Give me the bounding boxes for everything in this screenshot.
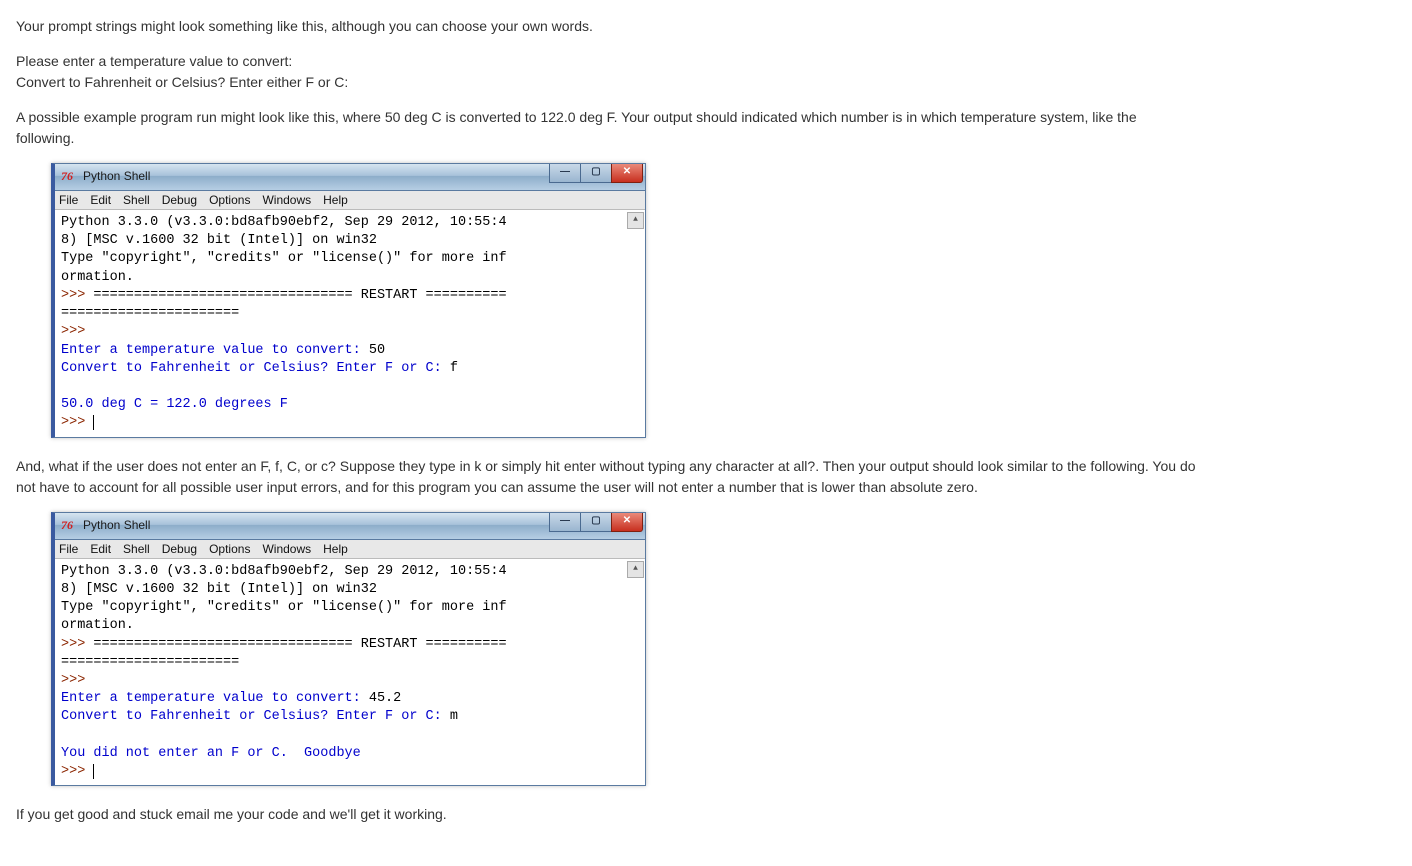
python-logo-icon: 76 <box>61 518 73 533</box>
window-titlebar: 76 Python Shell — ▢ ✕ <box>55 513 645 540</box>
shell-line: Type "copyright", "credits" or "license(… <box>61 600 507 615</box>
python-shell-window-1: 76 Python Shell — ▢ ✕ File Edit Shell Debug… <box>51 163 646 438</box>
intro-text: Your prompt strings might look something… <box>16 16 1196 37</box>
shell-line: Enter a temperature value to convert: <box>61 343 369 358</box>
shell-input: m <box>450 709 458 724</box>
python-shell-window-2: 76 Python Shell — ▢ ✕ File Edit Shell Debug… <box>51 512 646 787</box>
shell-prompt: >>> <box>61 415 93 430</box>
shell-line: Enter a temperature value to convert: <box>61 691 369 706</box>
menu-debug[interactable]: Debug <box>162 193 197 207</box>
menu-edit[interactable]: Edit <box>90 542 111 556</box>
python-logo-icon: 76 <box>61 169 73 184</box>
window-title: Python Shell <box>83 169 150 183</box>
minimize-button[interactable]: — <box>549 164 581 183</box>
menu-options[interactable]: Options <box>209 193 250 207</box>
shell-prompt: >>> <box>61 324 93 339</box>
scroll-up-icon[interactable]: ▲ <box>627 212 644 229</box>
window-title: Python Shell <box>83 518 150 532</box>
menu-windows[interactable]: Windows <box>262 542 311 556</box>
shell-prompt: >>> <box>61 673 93 688</box>
prompt-example-2: Convert to Fahrenheit or Celsius? Enter … <box>16 72 1196 93</box>
close-button[interactable]: ✕ <box>611 164 643 183</box>
outro-text: If you get good and stuck email me your … <box>16 804 1196 825</box>
window-controls: — ▢ ✕ <box>550 513 643 532</box>
shell-line: 50.0 deg C = 122.0 degrees F <box>61 397 288 412</box>
menu-debug[interactable]: Debug <box>162 542 197 556</box>
cursor-icon <box>93 764 102 779</box>
shell-input: f <box>450 361 458 376</box>
shell-output[interactable]: ▲ Python 3.3.0 (v3.3.0:bd8afb90ebf2, Sep … <box>55 210 645 437</box>
shell-input: 50 <box>369 343 385 358</box>
shell-line: ====================== <box>61 306 239 321</box>
menu-edit[interactable]: Edit <box>90 193 111 207</box>
prompt-example-1: Please enter a temperature value to conv… <box>16 51 1196 72</box>
maximize-button[interactable]: ▢ <box>580 513 612 532</box>
menubar: File Edit Shell Debug Options Windows Help <box>55 540 645 559</box>
shell-input: 45.2 <box>369 691 401 706</box>
shell-line: ormation. <box>61 270 134 285</box>
minimize-button[interactable]: — <box>549 513 581 532</box>
shell-line: 8) [MSC v.1600 32 bit (Intel)] on win32 <box>61 233 377 248</box>
shell-line: ====================== <box>61 655 239 670</box>
shell-prompt: >>> <box>61 637 93 652</box>
window-titlebar: 76 Python Shell — ▢ ✕ <box>55 164 645 191</box>
example-desc: A possible example program run might loo… <box>16 107 1196 149</box>
shell-line: ================================ RESTART… <box>93 288 506 303</box>
shell-line: Convert to Fahrenheit or Celsius? Enter … <box>61 709 450 724</box>
shell-line: Python 3.3.0 (v3.3.0:bd8afb90ebf2, Sep 2… <box>61 564 507 579</box>
scroll-up-icon[interactable]: ▲ <box>627 561 644 578</box>
shell-line: ================================ RESTART… <box>93 637 506 652</box>
menu-help[interactable]: Help <box>323 542 348 556</box>
shell-line: Convert to Fahrenheit or Celsius? Enter … <box>61 361 450 376</box>
menu-shell[interactable]: Shell <box>123 193 150 207</box>
menu-help[interactable]: Help <box>323 193 348 207</box>
maximize-button[interactable]: ▢ <box>580 164 612 183</box>
shell-line: You did not enter an F or C. Goodbye <box>61 746 361 761</box>
shell-line: 8) [MSC v.1600 32 bit (Intel)] on win32 <box>61 582 377 597</box>
menu-file[interactable]: File <box>59 193 78 207</box>
window-controls: — ▢ ✕ <box>550 164 643 183</box>
shell-line: Type "copyright", "credits" or "license(… <box>61 251 507 266</box>
menu-file[interactable]: File <box>59 542 78 556</box>
menu-shell[interactable]: Shell <box>123 542 150 556</box>
shell-prompt: >>> <box>61 764 93 779</box>
menu-windows[interactable]: Windows <box>262 193 311 207</box>
cursor-icon <box>93 415 102 430</box>
shell-line: Python 3.3.0 (v3.3.0:bd8afb90ebf2, Sep 2… <box>61 215 507 230</box>
invalid-input-desc: And, what if the user does not enter an … <box>16 456 1196 498</box>
shell-line: ormation. <box>61 618 134 633</box>
shell-output[interactable]: ▲ Python 3.3.0 (v3.3.0:bd8afb90ebf2, Sep … <box>55 559 645 786</box>
menu-options[interactable]: Options <box>209 542 250 556</box>
shell-prompt: >>> <box>61 288 93 303</box>
menubar: File Edit Shell Debug Options Windows Help <box>55 191 645 210</box>
close-button[interactable]: ✕ <box>611 513 643 532</box>
